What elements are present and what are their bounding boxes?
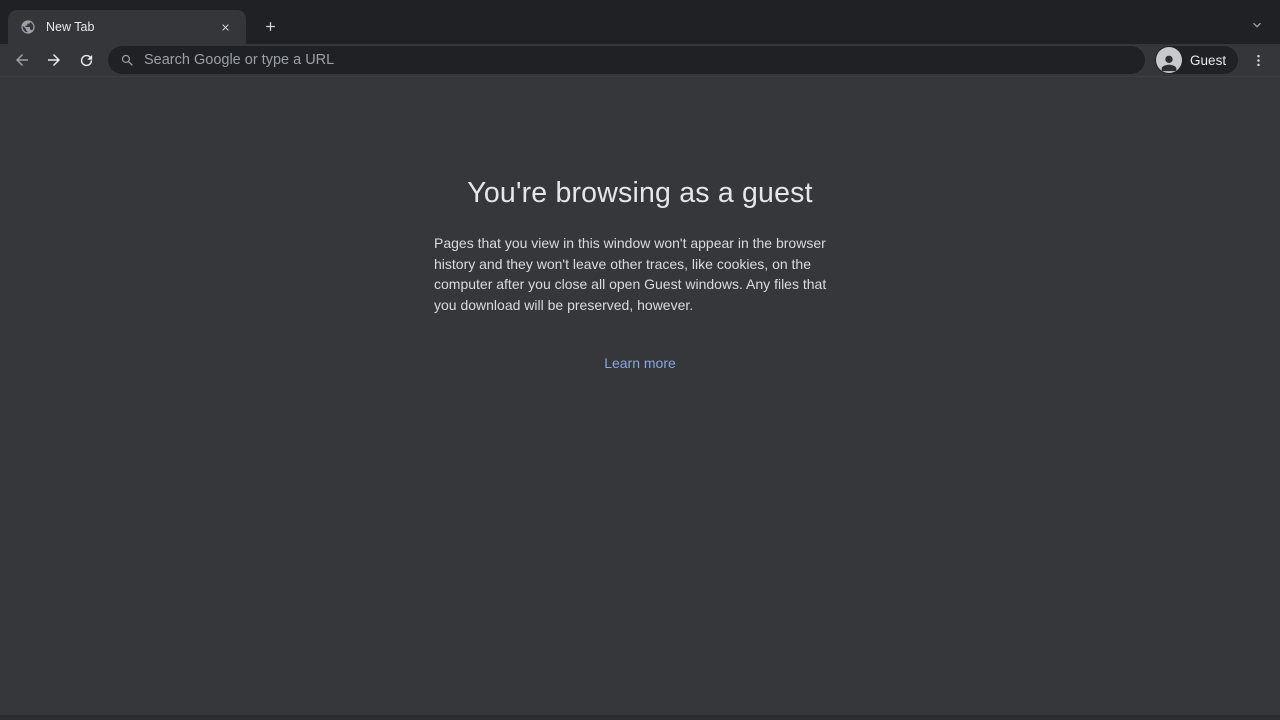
tab-title: New Tab: [46, 20, 216, 34]
new-tab-button[interactable]: [258, 14, 282, 38]
guest-label: Guest: [1190, 53, 1226, 68]
window-bottom-edge: [0, 715, 1280, 720]
guest-profile-button[interactable]: Guest: [1155, 46, 1238, 74]
chrome-menu-button[interactable]: [1244, 46, 1272, 74]
search-icon: [120, 53, 135, 68]
guest-description-text: Pages that you view in this window won't…: [434, 233, 846, 315]
omnibox-placeholder: Search Google or type a URL: [144, 52, 334, 68]
tab-strip: New Tab: [0, 0, 1280, 44]
tab-close-icon[interactable]: [216, 18, 234, 36]
omnibox-address-bar[interactable]: Search Google or type a URL: [108, 46, 1145, 74]
back-arrow-icon: [13, 51, 31, 69]
browser-toolbar: Search Google or type a URL Guest: [0, 44, 1280, 77]
globe-favicon-icon: [20, 19, 36, 35]
guest-avatar-icon: [1156, 47, 1182, 73]
guest-new-tab-page: You're browsing as a guest Pages that yo…: [0, 78, 1280, 720]
tab-new-tab[interactable]: New Tab: [8, 10, 246, 44]
learn-more-link[interactable]: Learn more: [604, 355, 676, 371]
reload-icon: [78, 52, 95, 69]
window-chevron-down-icon[interactable]: [1246, 14, 1268, 36]
forward-arrow-icon: [45, 51, 63, 69]
back-button[interactable]: [8, 46, 36, 74]
reload-button[interactable]: [72, 46, 100, 74]
three-dot-menu-icon: [1251, 53, 1266, 68]
forward-button[interactable]: [40, 46, 68, 74]
guest-info-card: You're browsing as a guest Pages that yo…: [434, 177, 846, 373]
page-title: You're browsing as a guest: [434, 177, 846, 210]
